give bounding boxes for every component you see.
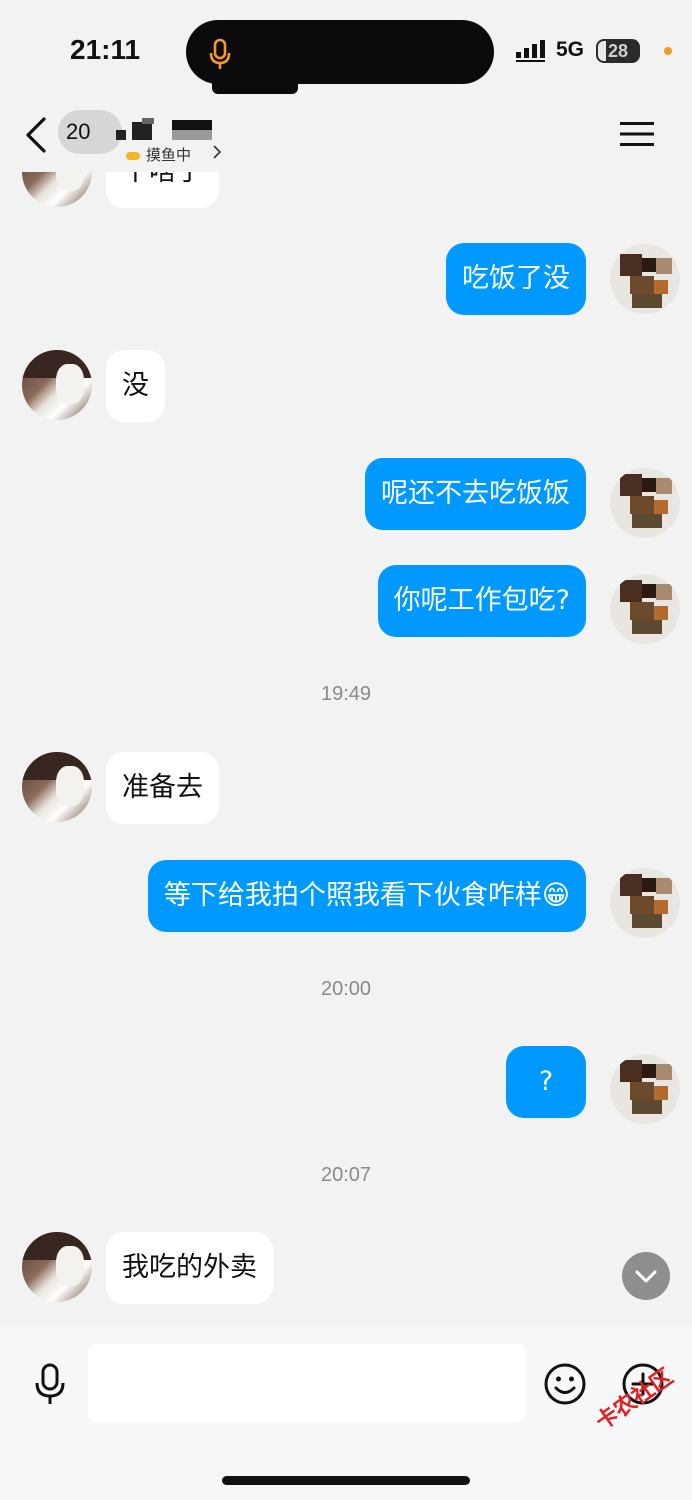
home-indicator[interactable] [222,1476,470,1485]
battery-level: 28 [607,41,629,61]
battery-indicator: 28 [596,39,640,63]
signal-icon [516,40,545,62]
message-bubble[interactable]: ? [506,1046,586,1118]
scroll-to-bottom-button[interactable] [622,1252,670,1300]
chevron-left-icon[interactable] [22,116,50,154]
privacy-dot [664,47,672,55]
chat-area[interactable]: 干啥子 吃饭了没 没 呢还不去吃饭饭 你呢工作包吃? 19:49 准备去 等下给… [0,172,692,1327]
chat-header: 20 摸鱼中 [0,100,692,172]
redacted-name [116,118,216,140]
my-avatar[interactable] [610,468,680,538]
my-avatar[interactable] [610,868,680,938]
contact-avatar[interactable] [22,1232,92,1302]
network-type: 5G [556,38,585,61]
message-bubble[interactable]: 等下给我拍个照我看下伙食咋样😁 [147,860,586,932]
status-bar: 21:11 5G 28 [0,0,692,100]
message-input[interactable] [88,1344,526,1422]
timestamp: 20:00 [320,978,372,1000]
message-bubble[interactable]: 呢还不去吃饭饭 [365,458,586,530]
contact-avatar[interactable] [22,172,92,207]
input-bar [0,1327,692,1500]
my-avatar[interactable] [610,574,680,644]
message-bubble[interactable]: 我吃的外卖 [106,1232,273,1304]
message-bubble[interactable]: 你呢工作包吃? [377,565,586,637]
microphone-icon[interactable] [34,1363,66,1405]
contact-avatar[interactable] [22,350,92,420]
message-bubble[interactable]: 没 [106,350,165,422]
subtitle-text: 摸鱼中 [146,146,192,164]
status-subtitle[interactable]: 摸鱼中 [126,144,191,165]
timestamp: 19:49 [320,683,372,705]
message-bubble[interactable]: 吃饭了没 [446,243,586,315]
contact-name[interactable]: 20 [58,110,122,154]
fish-icon [126,151,140,160]
timestamp: 20:07 [320,1164,372,1186]
chevron-right-icon [213,145,222,159]
smiley-icon[interactable] [544,1363,586,1405]
microphone-icon [209,38,231,69]
message-bubble[interactable]: 干啥子 [106,172,219,208]
chevron-down-icon [635,1270,657,1283]
my-avatar[interactable] [610,244,680,314]
contact-avatar[interactable] [22,752,92,822]
dynamic-island-tail [212,70,298,94]
my-avatar[interactable] [610,1054,680,1124]
message-bubble[interactable]: 准备去 [106,752,219,824]
hamburger-menu-icon[interactable] [620,120,654,148]
status-time: 21:11 [70,34,141,65]
